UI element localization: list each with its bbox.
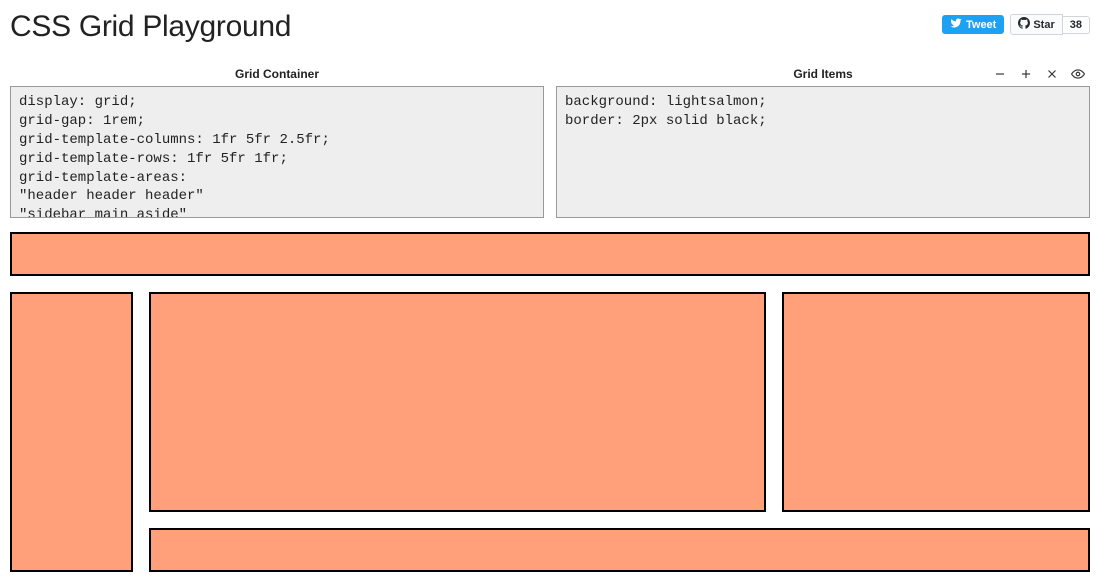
plus-icon[interactable] <box>1018 66 1034 82</box>
social-buttons: Tweet Star 38 <box>942 14 1090 35</box>
grid-items-code[interactable] <box>556 86 1090 218</box>
grid-items-heading-row: Grid Items <box>556 62 1090 86</box>
minus-icon[interactable] <box>992 66 1008 82</box>
page-title: CSS Grid Playground <box>10 10 291 44</box>
github-star-button[interactable]: Star <box>1010 14 1062 35</box>
tweet-label: Tweet <box>966 19 996 31</box>
grid-preview <box>10 232 1090 572</box>
grid-container-editor: Grid Container <box>10 62 544 218</box>
grid-container-code[interactable] <box>10 86 544 218</box>
grid-items-editor: Grid Items <box>556 62 1090 218</box>
github-icon <box>1018 17 1030 32</box>
github-star-group: Star 38 <box>1010 14 1090 35</box>
editors-row: Grid Container Grid Items <box>10 62 1090 218</box>
grid-container-heading-label: Grid Container <box>235 67 319 81</box>
grid-items-controls <box>992 66 1090 82</box>
eye-icon[interactable] <box>1070 66 1086 82</box>
grid-item-aside <box>782 292 1090 512</box>
github-star-count[interactable]: 38 <box>1063 16 1090 34</box>
grid-item-sidebar <box>10 292 133 572</box>
grid-container-heading: Grid Container <box>10 62 544 86</box>
grid-item-header <box>10 232 1090 276</box>
twitter-icon <box>950 17 962 32</box>
page-header: CSS Grid Playground Tweet Star 38 <box>10 10 1090 44</box>
tweet-button[interactable]: Tweet <box>942 15 1004 34</box>
star-label: Star <box>1033 19 1054 31</box>
grid-item-main <box>149 292 765 512</box>
grid-items-heading-label: Grid Items <box>793 67 852 81</box>
close-icon[interactable] <box>1044 66 1060 82</box>
grid-item-footer <box>149 528 1090 572</box>
